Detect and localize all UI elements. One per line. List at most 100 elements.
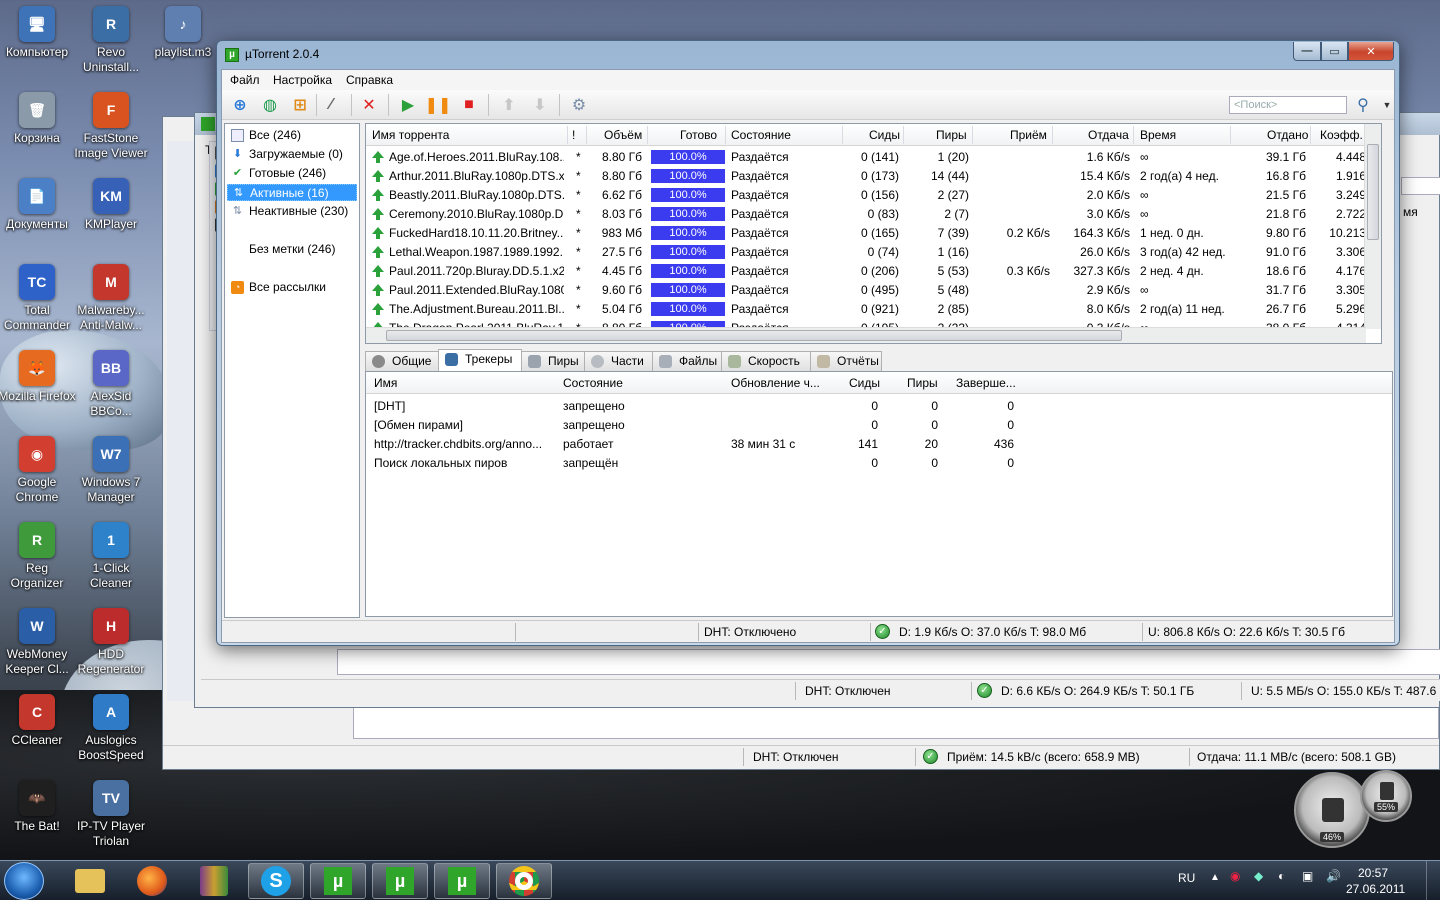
move-down-icon[interactable]: ⬇ [529,95,551,115]
col-name[interactable]: Имя торрента [372,128,449,142]
tracker-row[interactable]: [DHT] запрещено 0 0 0 [366,397,1392,416]
antivirus-tray-icon[interactable]: ◉ [1230,869,1240,883]
desktop-icon[interactable]: TC Total Commander [0,264,76,333]
stop-icon[interactable]: ■ [458,95,480,115]
table-row[interactable]: Beastly.2011.BluRay.1080p.DTS.... * 6.62 Г… [366,186,1381,205]
desktop-icon[interactable]: BB AlexSid BBCo... [72,350,150,419]
network-tray-icon[interactable]: ▣ [1302,869,1313,883]
col-tracker-update[interactable]: Обновление ч... [731,376,820,390]
utorrent-taskbar-icon-3[interactable]: µ [434,863,490,899]
tab-speed[interactable]: Скорость [721,351,811,371]
sidebar-item-inactive[interactable]: ⇅ Неактивные (230) [227,203,357,220]
desktop-icon[interactable]: ♪ playlist.m3 [144,6,222,60]
tab-logs[interactable]: Отчёты [810,351,882,371]
volume-icon[interactable]: 🔊 [1326,869,1341,883]
col-eta[interactable]: Время [1140,128,1176,142]
utorrent-taskbar-icon-2[interactable]: µ [372,863,428,899]
col-flag[interactable]: ! [572,128,575,142]
archiver-taskbar-icon[interactable] [186,863,242,899]
desktop-icon[interactable]: C CCleaner [0,694,76,748]
desktop-icon[interactable]: 1 1-Click Cleaner [72,522,150,591]
tab-general[interactable]: Общие [365,351,439,371]
maximize-button[interactable]: ▭ [1321,42,1348,61]
trackers-panel[interactable]: Имя Состояние Обновление ч... Сиды Пиры … [365,371,1393,617]
desktop-icon[interactable]: H HDD Regenerator [72,608,150,677]
explorer-taskbar-icon[interactable] [62,863,118,899]
desktop-icon[interactable]: TV IP-TV Player Triolan [72,780,150,849]
scroll-thumb[interactable] [386,330,1122,341]
menu-help[interactable]: Справка [346,73,393,87]
tray-app-icon-2[interactable]: ◐ [1278,869,1285,883]
desktop-icon[interactable]: ◉ Google Chrome [0,436,76,505]
desktop-icon[interactable]: 📄 Документы [0,178,76,232]
table-row[interactable]: The.Adjustment.Bureau.2011.Bl... * 5.04 Гб… [366,300,1381,319]
col-tracker-peers[interactable]: Пиры [907,376,938,390]
chrome-taskbar-icon[interactable] [496,863,552,899]
clock-date[interactable]: 27.06.2011 [1346,882,1405,896]
col-ratio[interactable]: Коэфф. [1320,128,1363,142]
col-seeds[interactable]: Сиды [869,128,900,142]
language-indicator[interactable]: RU [1178,871,1195,885]
sidebar-item-downloading[interactable]: ⬇ Загружаемые (0) [227,146,357,163]
add-torrent-icon[interactable]: ⊕ [229,95,251,115]
tracker-row[interactable]: http://tracker.chdbits.org/anno... работа… [366,435,1392,454]
tray-expand-icon[interactable]: ▲ [1210,872,1220,883]
col-tracker-seeds[interactable]: Сиды [849,376,880,390]
sidebar-item-active[interactable]: ⇅ Активные (16) [227,184,357,201]
desktop-icon[interactable]: R Revo Uninstall... [72,6,150,75]
search-icon[interactable]: ⚲ [1352,95,1374,115]
table-row[interactable]: Arthur.2011.BluRay.1080p.DTS.x... * 8.80 Г… [366,167,1381,186]
tab-files[interactable]: Файлы [652,351,722,371]
table-row[interactable]: Ceremony.2010.BluRay.1080p.D... * 8.03 Гб Р… [366,205,1381,224]
minimize-button[interactable]: — [1293,42,1321,61]
table-row[interactable]: FuckedHard18.10.11.20.Britney.... * 983 Мб… [366,224,1381,243]
menu-settings[interactable]: Настройка [273,73,332,87]
tracker-row[interactable]: [Обмен пирами] запрещено 0 0 0 [366,416,1392,435]
vertical-scrollbar[interactable] [1364,124,1381,329]
desktop-icon[interactable]: M Malwareby... Anti-Malw... [72,264,150,333]
memory-gauge-gadget[interactable]: 55% [1360,770,1412,822]
show-desktop-button[interactable] [1426,861,1440,900]
table-row[interactable]: Age.of.Heroes.2011.BluRay.108... * 8.80 Гб… [366,148,1381,167]
skype-taskbar-icon[interactable]: S [248,863,304,899]
utorrent-taskbar-icon[interactable]: µ [310,863,366,899]
tray-app-icon[interactable]: ◆ [1254,869,1263,883]
chevron-down-icon[interactable]: ▼ [1376,95,1398,115]
desktop-icon[interactable]: R Reg Organizer [0,522,76,591]
utorrent-window[interactable]: µ µTorrent 2.0.4 — ▭ ✕ Файл Настройка Сп… [216,40,1400,646]
tab-peers[interactable]: Пиры [521,351,585,371]
clock-time[interactable]: 20:57 [1358,866,1388,880]
firefox-taskbar-icon[interactable] [124,863,180,899]
col-peers[interactable]: Пиры [936,128,967,142]
col-download[interactable]: Приём [1010,128,1047,142]
scroll-thumb[interactable] [1367,144,1379,240]
col-size[interactable]: Объём [604,128,642,142]
torrent-list[interactable]: Имя торрента ! Объём Готово Состояние Си… [365,123,1382,344]
search-input[interactable]: <Поиск> [1229,96,1347,114]
start-icon[interactable]: ▶ [397,95,419,115]
horizontal-scrollbar[interactable] [366,327,1366,343]
sidebar-item-completed[interactable]: ✔ Готовые (246) [227,165,357,182]
cpu-gauge-gadget[interactable]: 46% [1294,772,1370,848]
table-row[interactable]: Paul.2011.Extended.BluRay.1080... * 9.60 Г… [366,281,1381,300]
start-button[interactable] [4,862,44,900]
close-button[interactable]: ✕ [1348,42,1394,61]
col-upload[interactable]: Отдача [1088,128,1129,142]
desktop-icon[interactable]: W7 Windows 7 Manager [72,436,150,505]
remove-icon[interactable]: ✕ [358,95,380,115]
table-row[interactable]: Lethal.Weapon.1987.1989.1992.... * 27.5 Гб… [366,243,1381,262]
col-done[interactable]: Готово [680,128,717,142]
desktop-icon[interactable]: W WebMoney Keeper Cl... [0,608,76,677]
titlebar[interactable]: µ µTorrent 2.0.4 — ▭ ✕ [217,41,1399,69]
desktop-icon[interactable]: KM KMPlayer [72,178,150,232]
desktop-icon[interactable]: 🖥 Компьютер [0,6,76,60]
pause-icon[interactable]: ❚❚ [425,95,452,115]
desktop-icon[interactable]: 🦊 Mozilla Firefox [0,350,76,404]
col-tracker-status[interactable]: Состояние [563,376,623,390]
col-tracker-name[interactable]: Имя [374,376,397,390]
tracker-row[interactable]: Поиск локальных пиров запрещён 0 0 0 [366,454,1392,473]
gear-icon[interactable]: ⚙ [568,95,590,115]
menu-file[interactable]: Файл [230,73,260,87]
sidebar-item-rss[interactable]: ◔ Все рассылки [227,279,357,296]
tab-pieces[interactable]: Части [584,351,653,371]
